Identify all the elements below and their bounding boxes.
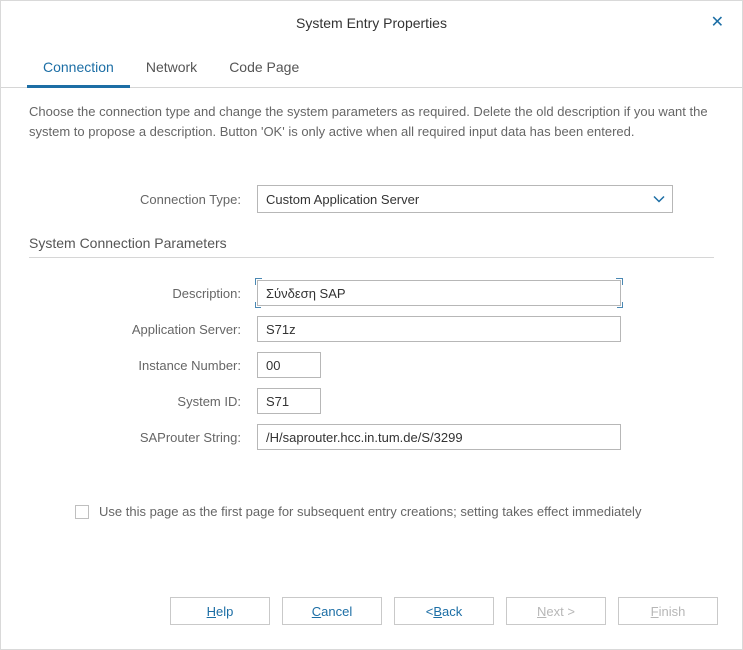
input-description[interactable] [257, 280, 621, 306]
finish-button: Finish [618, 597, 718, 625]
intro-text: Choose the connection type and change th… [29, 102, 714, 141]
back-button[interactable]: < Back [394, 597, 494, 625]
row-description: Description: [29, 280, 714, 306]
row-instance-number: Instance Number: [29, 352, 714, 378]
connection-type-value: Custom Application Server [266, 192, 419, 207]
row-saprouter-string: SAProuter String: [29, 424, 714, 450]
input-system-id[interactable] [257, 388, 321, 414]
label-saprouter-string: SAProuter String: [29, 430, 257, 445]
label-description: Description: [29, 286, 257, 301]
row-application-server: Application Server: [29, 316, 714, 342]
input-instance-number[interactable] [257, 352, 321, 378]
section-system-connection-parameters: System Connection Parameters [29, 235, 714, 258]
next-button: Next > [506, 597, 606, 625]
label-system-id: System ID: [29, 394, 257, 409]
input-application-server[interactable] [257, 316, 621, 342]
tab-code-page[interactable]: Code Page [213, 49, 315, 87]
checkbox-first-page[interactable] [75, 505, 89, 519]
row-first-page-checkbox: Use this page as the first page for subs… [75, 504, 714, 519]
tab-connection[interactable]: Connection [27, 49, 130, 88]
row-system-id: System ID: [29, 388, 714, 414]
titlebar: System Entry Properties ✕ [1, 1, 742, 43]
system-entry-properties-dialog: System Entry Properties ✕ Connection Net… [0, 0, 743, 650]
input-saprouter-string[interactable] [257, 424, 621, 450]
label-connection-type: Connection Type: [29, 192, 257, 207]
tab-bar: Connection Network Code Page [1, 49, 742, 88]
label-application-server: Application Server: [29, 322, 257, 337]
button-bar: Help Cancel < Back Next > Finish [1, 597, 742, 649]
close-icon[interactable]: ✕ [711, 15, 724, 31]
tab-network[interactable]: Network [130, 49, 213, 87]
tab-content-connection: Choose the connection type and change th… [1, 88, 742, 597]
dialog-title: System Entry Properties [296, 15, 447, 31]
row-connection-type: Connection Type: Custom Application Serv… [29, 185, 714, 213]
connection-type-select[interactable]: Custom Application Server [257, 185, 673, 213]
help-button[interactable]: Help [170, 597, 270, 625]
label-first-page-checkbox: Use this page as the first page for subs… [99, 504, 641, 519]
label-instance-number: Instance Number: [29, 358, 257, 373]
cancel-button[interactable]: Cancel [282, 597, 382, 625]
